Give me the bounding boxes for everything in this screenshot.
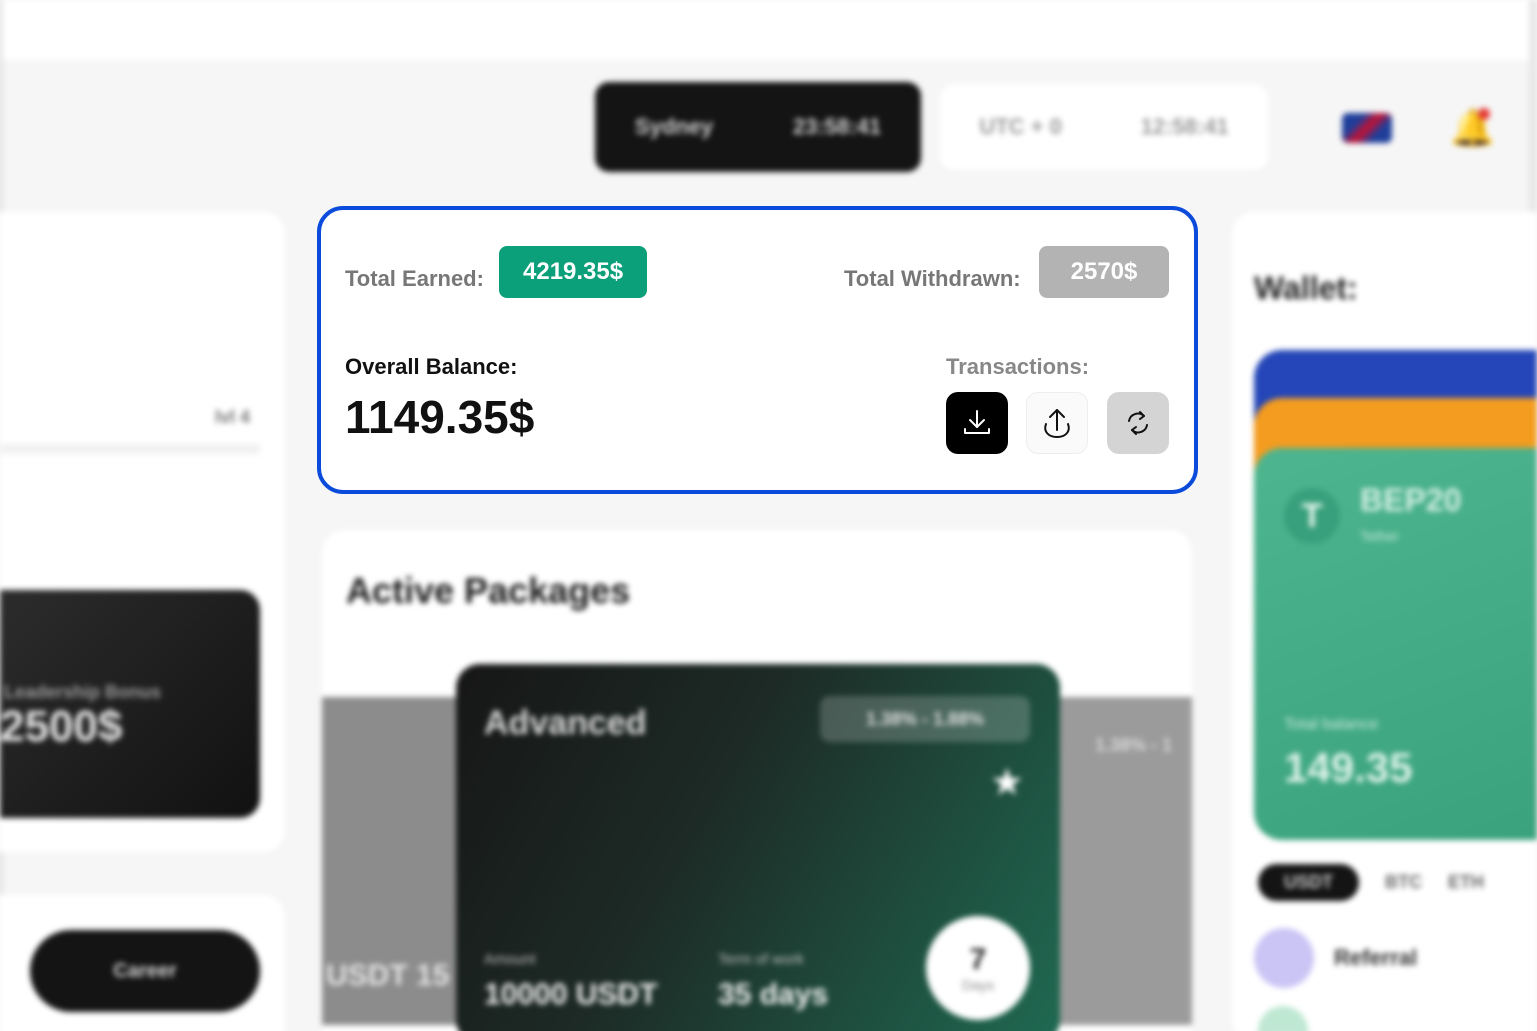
city-clock[interactable]: Sydney 23:58:41 xyxy=(595,82,921,172)
transactions-label: Transactions: xyxy=(946,354,1090,379)
wallet-balance-value: 149.35 xyxy=(1284,744,1413,791)
swap-icon xyxy=(1128,411,1148,435)
city-time: 23:58:41 xyxy=(793,114,882,139)
total-earned-badge: 4219.35$ xyxy=(499,246,648,298)
package-name: Advanced xyxy=(484,704,647,742)
referral-label: Referral xyxy=(1334,945,1418,970)
active-packages-title: Active Packages xyxy=(346,570,631,611)
tab-eth[interactable]: ETH xyxy=(1448,872,1484,893)
wallet-title: Wallet: xyxy=(1254,270,1358,306)
total-withdrawn-badge: 2570$ xyxy=(1039,246,1169,298)
referral-icon xyxy=(1254,928,1314,988)
utc-label: UTC + 0 xyxy=(979,114,1062,139)
package-card-next[interactable]: 1.38% - 1 xyxy=(1040,697,1192,1025)
top-strip xyxy=(0,0,1537,60)
package-card-advanced[interactable]: Advanced 1.38% - 1.88% ★ Amount 10000 US… xyxy=(456,664,1060,1031)
deposit-button[interactable] xyxy=(946,392,1008,454)
wallet-balance-label: Total balance xyxy=(1284,716,1379,733)
term-value: 35 days xyxy=(718,978,829,1011)
wallet-currency-tabs: USDT BTC ETH xyxy=(1258,862,1537,902)
download-icon xyxy=(964,410,990,434)
uk-flag-icon[interactable] xyxy=(1342,113,1392,143)
amount-value: 10000 USDT xyxy=(484,978,658,1011)
days-remaining-badge: 7 Days xyxy=(926,916,1030,1020)
package-rate-badge: 1.38% - 1.88% xyxy=(820,696,1030,742)
term-label: Term of work xyxy=(718,951,804,968)
background-dashboard: Sydney 23:58:41 UTC + 0 12:58:41 🔔 lvl 4… xyxy=(0,0,1537,1031)
leadership-bonus-label: Leadership Bonus xyxy=(4,682,162,702)
overall-balance-label: Overall Balance: xyxy=(345,354,518,379)
upload-icon xyxy=(1044,409,1070,438)
package-prev-text: USDT 15 xyxy=(326,959,450,992)
tab-btc[interactable]: BTC xyxy=(1385,872,1422,893)
utc-time: 12:58:41 xyxy=(1140,114,1229,139)
star-icon[interactable]: ★ xyxy=(990,760,1024,805)
leadership-bonus-amount: 2500$ xyxy=(0,702,123,751)
package-next-rate: 1.38% - 1 xyxy=(1095,735,1173,755)
wallet-token: Tether xyxy=(1360,528,1399,544)
wallet-history-item-referral[interactable]: Referral xyxy=(1254,928,1537,988)
wallet-card-bep20[interactable]: T BEP20 Tether Total balance 149.35 xyxy=(1254,448,1537,840)
wallet-network: BEP20 xyxy=(1360,482,1462,518)
notification-dot xyxy=(1478,108,1490,120)
level-label: lvl 4 xyxy=(215,407,251,427)
days-unit: Days xyxy=(962,977,994,993)
tether-icon: T xyxy=(1284,488,1340,544)
amount-label: Amount xyxy=(484,951,536,968)
total-withdrawn-label: Total Withdrawn: xyxy=(844,266,1021,291)
balance-summary-card: Total Earned: 4219.35$ Total Withdrawn: … xyxy=(317,206,1198,494)
career-button[interactable]: Career xyxy=(30,930,260,1012)
withdraw-button[interactable] xyxy=(1026,392,1088,454)
city-name: Sydney xyxy=(634,114,714,139)
overall-balance-value: 1149.35$ xyxy=(345,391,535,443)
leadership-bonus-card: Leadership Bonus 2500$ xyxy=(0,590,260,818)
total-earned-label: Total Earned: xyxy=(345,266,484,291)
profile-card: lvl 4 Leadership Bonus 2500$ xyxy=(0,212,285,852)
tab-usdt[interactable]: USDT xyxy=(1258,863,1359,901)
exchange-button[interactable] xyxy=(1107,392,1169,454)
days-number: 7 xyxy=(969,943,987,976)
progress-track xyxy=(0,444,260,454)
utc-clock[interactable]: UTC + 0 12:58:41 xyxy=(940,84,1268,170)
